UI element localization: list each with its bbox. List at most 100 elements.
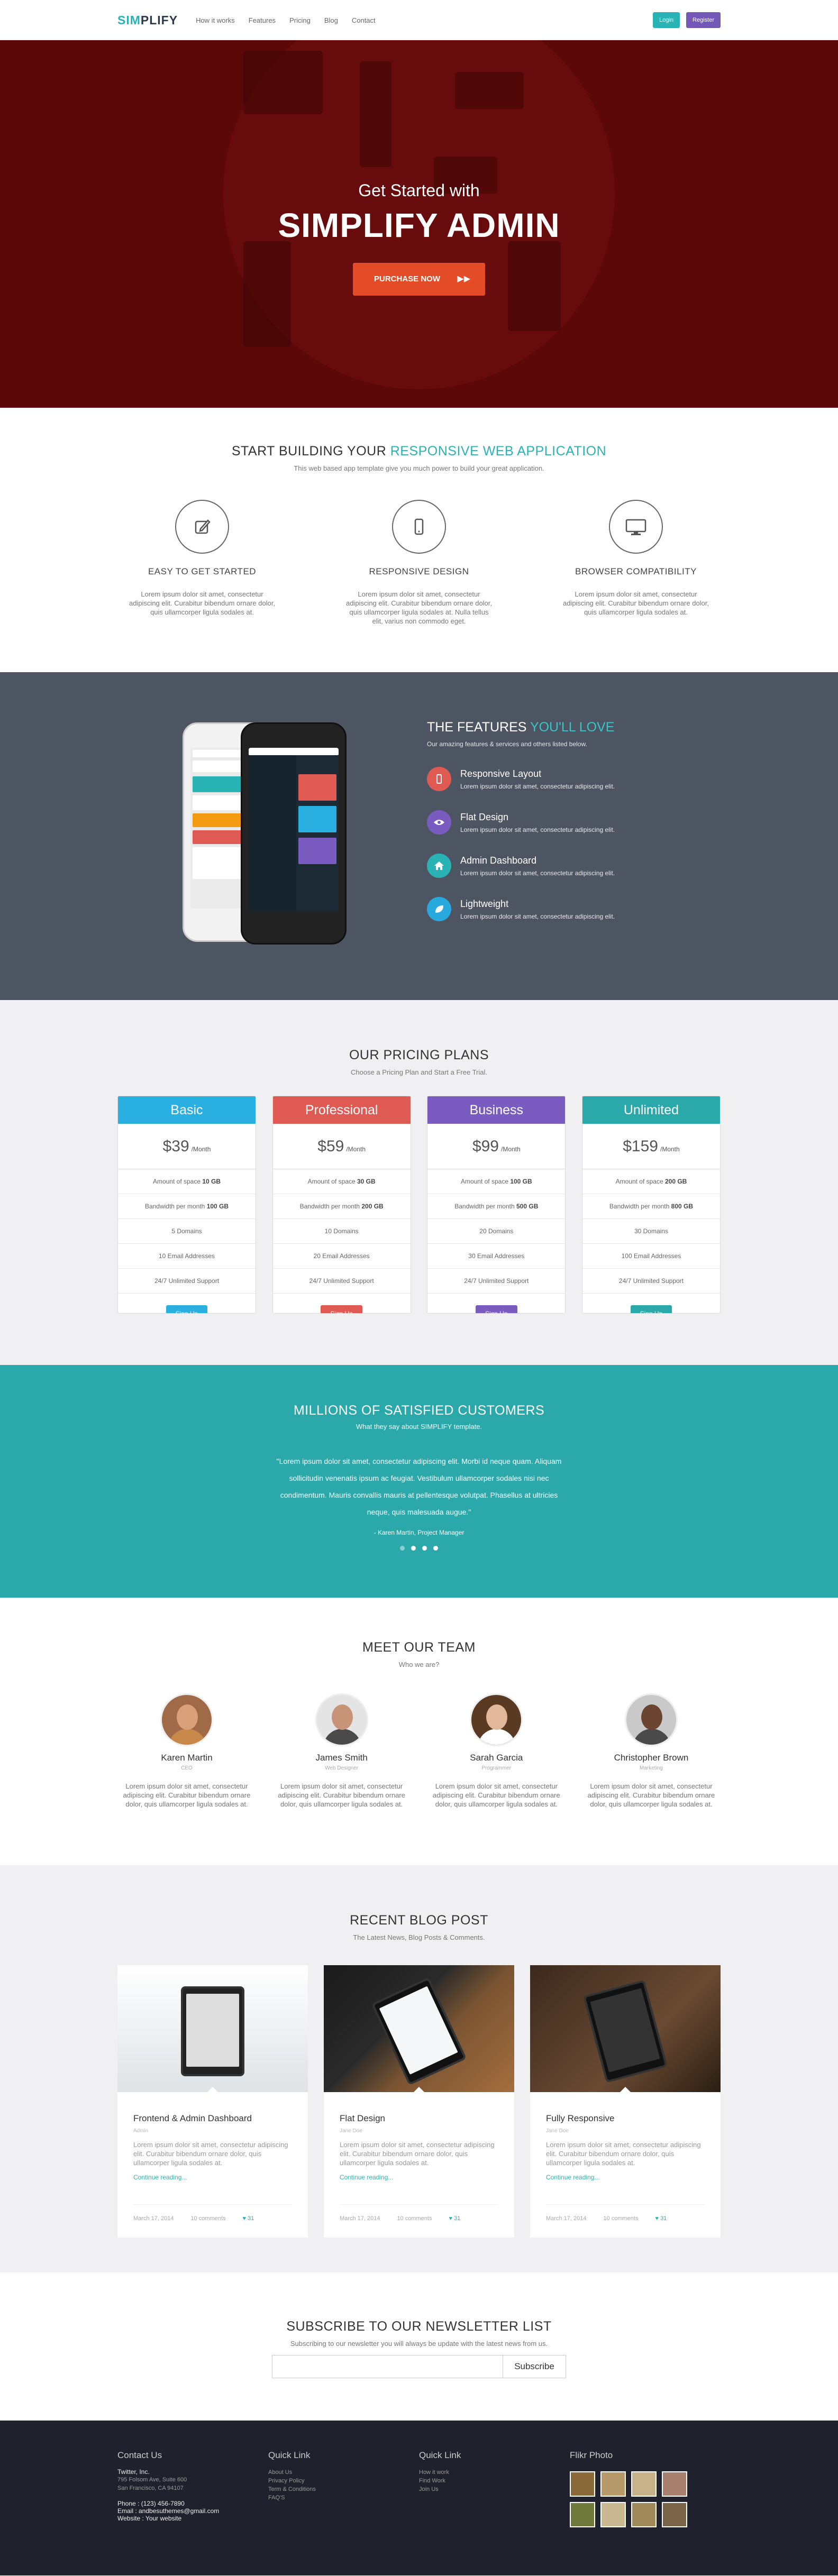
mobile-icon: [427, 767, 451, 791]
flickr-photo[interactable]: [570, 2471, 595, 2497]
footer-link[interactable]: Join Us: [419, 2485, 570, 2494]
blog-post-excerpt: Lorem ipsum dolor sit amet, consectetur …: [133, 2141, 288, 2167]
member-name: James Smith: [315, 1753, 368, 1763]
plan-feature: Bandwidth per month 800 GB: [582, 1194, 720, 1219]
heart-icon: ♥: [242, 2215, 248, 2222]
price-amount: $39: [162, 1137, 189, 1155]
carousel-dot[interactable]: [433, 1546, 438, 1551]
flickr-photo[interactable]: [600, 2502, 626, 2527]
continue-reading-link[interactable]: Continue reading...: [340, 2174, 498, 2181]
leaf-icon: [427, 897, 451, 921]
nav-link-features[interactable]: Features: [249, 16, 276, 24]
sign-up-button[interactable]: Sign Up: [475, 1305, 517, 1313]
monitor-icon: [609, 500, 663, 554]
footer-contact: Contact Us Twitter, Inc. 795 Folsom Ave,…: [117, 2450, 268, 2527]
flickr-photo[interactable]: [600, 2471, 626, 2497]
nav-link-pricing[interactable]: Pricing: [289, 16, 311, 24]
flickr-photo[interactable]: [631, 2471, 657, 2497]
team-member: Karen Martin CEO Lorem ipsum dolor sit ame…: [117, 1693, 256, 1809]
section-title: SUBSCRIBE TO OUR NEWSLETTER LIST: [286, 2319, 552, 2334]
intro-item-title: RESPONSIVE DESIGN: [369, 566, 469, 576]
carousel-dot[interactable]: [422, 1546, 427, 1551]
website[interactable]: Website : Your website: [117, 2515, 268, 2522]
post-comments[interactable]: 10 comments: [603, 2215, 638, 2222]
member-name: Karen Martin: [161, 1753, 213, 1763]
carousel-dot[interactable]: [400, 1546, 405, 1551]
footer-link[interactable]: How it work: [419, 2468, 570, 2477]
plan-name: Business: [427, 1096, 566, 1124]
blog-post-image[interactable]: [530, 1965, 721, 2092]
plan-name: Professional: [272, 1096, 411, 1124]
plan-feature: Amount of space 100 GB: [427, 1169, 566, 1194]
plan-feature: 30 Domains: [582, 1219, 720, 1244]
footer: Contact Us Twitter, Inc. 795 Folsom Ave,…: [0, 2421, 838, 2575]
flickr-photo[interactable]: [662, 2471, 687, 2497]
footer-link[interactable]: Find Work: [419, 2477, 570, 2485]
post-likes[interactable]: ♥ 31: [449, 2215, 460, 2222]
address-line: San Francisco, CA 94107: [117, 2485, 184, 2491]
post-likes[interactable]: ♥ 31: [655, 2215, 667, 2222]
nav-link-how-it-works[interactable]: How it works: [196, 16, 235, 24]
blog-post-body: Frontend & Admin Dashboard Admin Lorem ips…: [117, 2092, 308, 2181]
blog-post-title[interactable]: Frontend & Admin Dashboard: [133, 2092, 292, 2124]
feature-label: Amount of space: [460, 1178, 511, 1185]
nav-link-contact[interactable]: Contact: [352, 16, 376, 24]
member-bio: Lorem ipsum dolor sit amet, consectetur …: [123, 1782, 251, 1808]
blog-post-meta: March 17, 2014 10 comments ♥ 31: [340, 2204, 498, 2222]
footer-link[interactable]: Privacy Policy: [268, 2477, 419, 2485]
testimonial-author: - Karen Martin, Project Manager: [374, 1529, 464, 1536]
blog-post-title[interactable]: Fully Responsive: [546, 2092, 705, 2124]
footer-link[interactable]: About Us: [268, 2468, 419, 2477]
footer-link[interactable]: FAQ'S: [268, 2494, 419, 2502]
footer-link[interactable]: Term & Conditions: [268, 2485, 419, 2494]
hero-subtitle: Get Started with: [358, 181, 480, 200]
feature-value: 100 GB: [510, 1178, 532, 1185]
post-comments[interactable]: 10 comments: [190, 2215, 225, 2222]
heart-icon: ♥: [655, 2215, 661, 2222]
address-line: 795 Folsom Ave, Suite 600: [117, 2477, 187, 2483]
newsletter-email-input[interactable]: [272, 2355, 503, 2378]
phones-mockup-image: [183, 722, 354, 945]
continue-reading-link[interactable]: Continue reading...: [546, 2174, 705, 2181]
subscribe-button[interactable]: Subscribe: [503, 2355, 566, 2378]
flickr-photo[interactable]: [631, 2502, 657, 2527]
blog-post-title[interactable]: Flat Design: [340, 2092, 498, 2124]
continue-reading-link[interactable]: Continue reading...: [133, 2174, 292, 2181]
plan-name: Unlimited: [582, 1096, 720, 1124]
sign-up-button[interactable]: Sign Up: [630, 1305, 672, 1313]
member-role: Web Designer: [325, 1765, 359, 1771]
plan-feature: Bandwidth per month 500 GB: [427, 1194, 566, 1219]
feature-value: 200 GB: [664, 1178, 687, 1185]
heart-icon: ♥: [449, 2215, 454, 2222]
register-button[interactable]: Register: [686, 12, 721, 28]
blog-post-meta: March 17, 2014 10 comments ♥ 31: [546, 2204, 705, 2222]
member-role: CEO: [181, 1765, 193, 1771]
plan-price: $59/Month: [272, 1124, 411, 1169]
price-amount: $59: [317, 1137, 344, 1155]
like-count: 31: [660, 2215, 667, 2222]
brand-logo[interactable]: SIMPLIFY: [117, 13, 178, 27]
sign-up-button[interactable]: Sign Up: [321, 1305, 362, 1313]
purchase-now-button[interactable]: PURCHASE NOW ▶▶: [353, 263, 485, 296]
flickr-photo[interactable]: [662, 2502, 687, 2527]
nav-link-blog[interactable]: Blog: [324, 16, 338, 24]
blog-section: RECENT BLOG POST The Latest News, Blog P…: [0, 1865, 838, 2272]
blog-post-image[interactable]: [324, 1965, 514, 2092]
email[interactable]: Email : andbesuthemes@gmail.com: [117, 2507, 268, 2515]
blog-post-image[interactable]: [117, 1965, 308, 2092]
post-comments[interactable]: 10 comments: [397, 2215, 432, 2222]
post-likes[interactable]: ♥ 31: [242, 2215, 254, 2222]
flickr-photo[interactable]: [570, 2502, 595, 2527]
title-highlight: YOU'LL LOVE: [530, 720, 615, 735]
title-part: THE FEATURES: [427, 720, 530, 735]
plan-feature: 24/7 Unlimited Support: [582, 1269, 720, 1294]
avatar-body: [478, 1729, 516, 1745]
post-date: March 17, 2014: [340, 2215, 380, 2222]
mobile-icon: [392, 500, 446, 554]
intro-item-title: BROWSER COMPATIBILITY: [575, 566, 697, 576]
avatar: [160, 1693, 213, 1746]
sign-up-button[interactable]: Sign Up: [166, 1305, 208, 1313]
member-role: Programmer: [481, 1765, 512, 1771]
carousel-dot[interactable]: [411, 1546, 416, 1551]
login-button[interactable]: Login: [653, 12, 680, 28]
